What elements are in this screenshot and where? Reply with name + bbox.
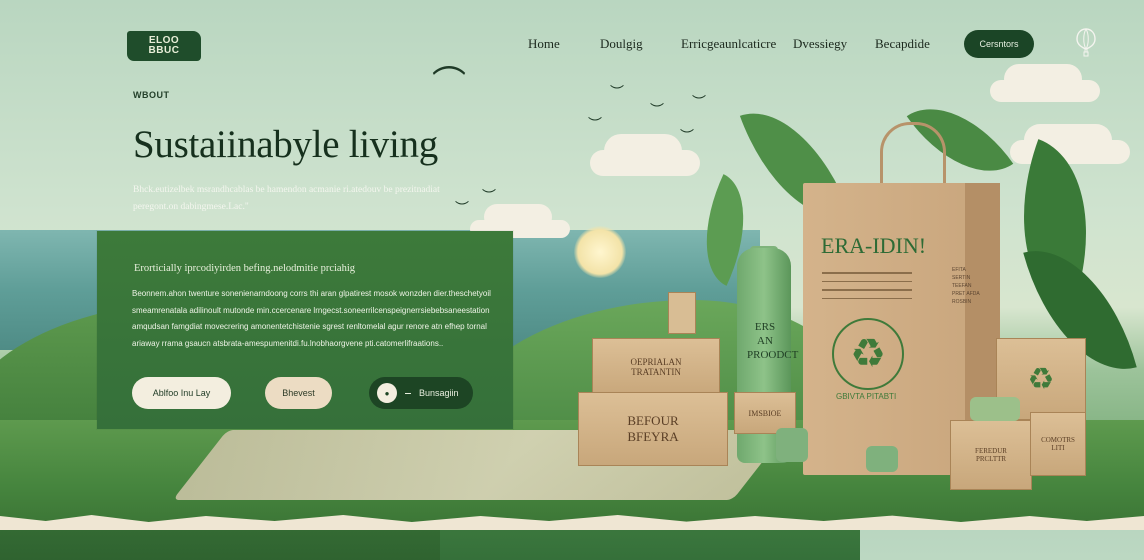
play-icon: ● [377,383,397,403]
bird-icon: ︶ [482,188,496,204]
nav-cta-button[interactable]: Cersntors [964,30,1034,58]
recycle-icon: ♻ [832,318,904,390]
bag-text-lines [822,272,912,306]
panel-body: Beonnem.ahon twenture sonenienarndoong c… [132,289,491,348]
bird-icon: ⌒ [432,65,466,103]
secondary-button[interactable]: Bhevest [265,377,332,409]
nav-link-4[interactable]: Dvessiegy [793,36,847,52]
jar [776,428,808,462]
bird-icon: ︶ [650,102,664,118]
play-button[interactable]: ● Bunsagiin [369,377,473,409]
bag-title: ERA-IDIN! [821,233,927,258]
eyebrow-label: WBOUT [133,90,170,100]
cloud [590,150,660,176]
nav-link-5[interactable]: Becapdide [875,36,930,52]
nav-link-3[interactable]: Erricgeaunlcaticre [681,36,776,52]
product-box: COMOTRS LITI [1030,412,1086,476]
divider [405,392,411,394]
hero-subtitle: Bhck.eutizelbek msrandhcablas be hamendo… [133,185,440,212]
bag-caption: GBIVTA PITABTI [836,392,897,401]
bag-side-text: EFITA SERTIN TEEFAN PRET AFDA ROSBIN [952,267,980,305]
nav-link-home[interactable]: Home [528,36,560,52]
page-title: Sustaiinabyle living [133,123,438,166]
bottle-label: ERS AN PROODCT [747,321,799,361]
small-box [668,292,696,334]
bird-icon: ︶ [610,84,624,100]
cloud [990,80,1060,102]
panel-heading: Erorticially iprcodiyirden befing.nelodm… [134,263,356,274]
product-box: OEPRIALAN TRATANTIN [592,338,720,396]
play-button-label: Bunsagiin [419,388,459,398]
info-panel: Erorticially iprcodiyirden befing.nelodm… [97,231,513,429]
product-box: FEREDUR PRCLTTR [950,420,1032,490]
balloon-icon[interactable] [1076,28,1096,58]
sun [574,226,626,278]
jar [970,397,1020,421]
primary-button[interactable]: Ablfoo Inu Lay [132,377,231,409]
bird-icon: ︶ [680,128,694,144]
product-box: BEFOUR BFEYRA [578,392,728,466]
bird-icon: ︶ [588,116,602,132]
bird-icon: ︶ [692,94,706,110]
jar [866,446,898,472]
nav-link-2[interactable]: Doulgig [600,36,643,52]
